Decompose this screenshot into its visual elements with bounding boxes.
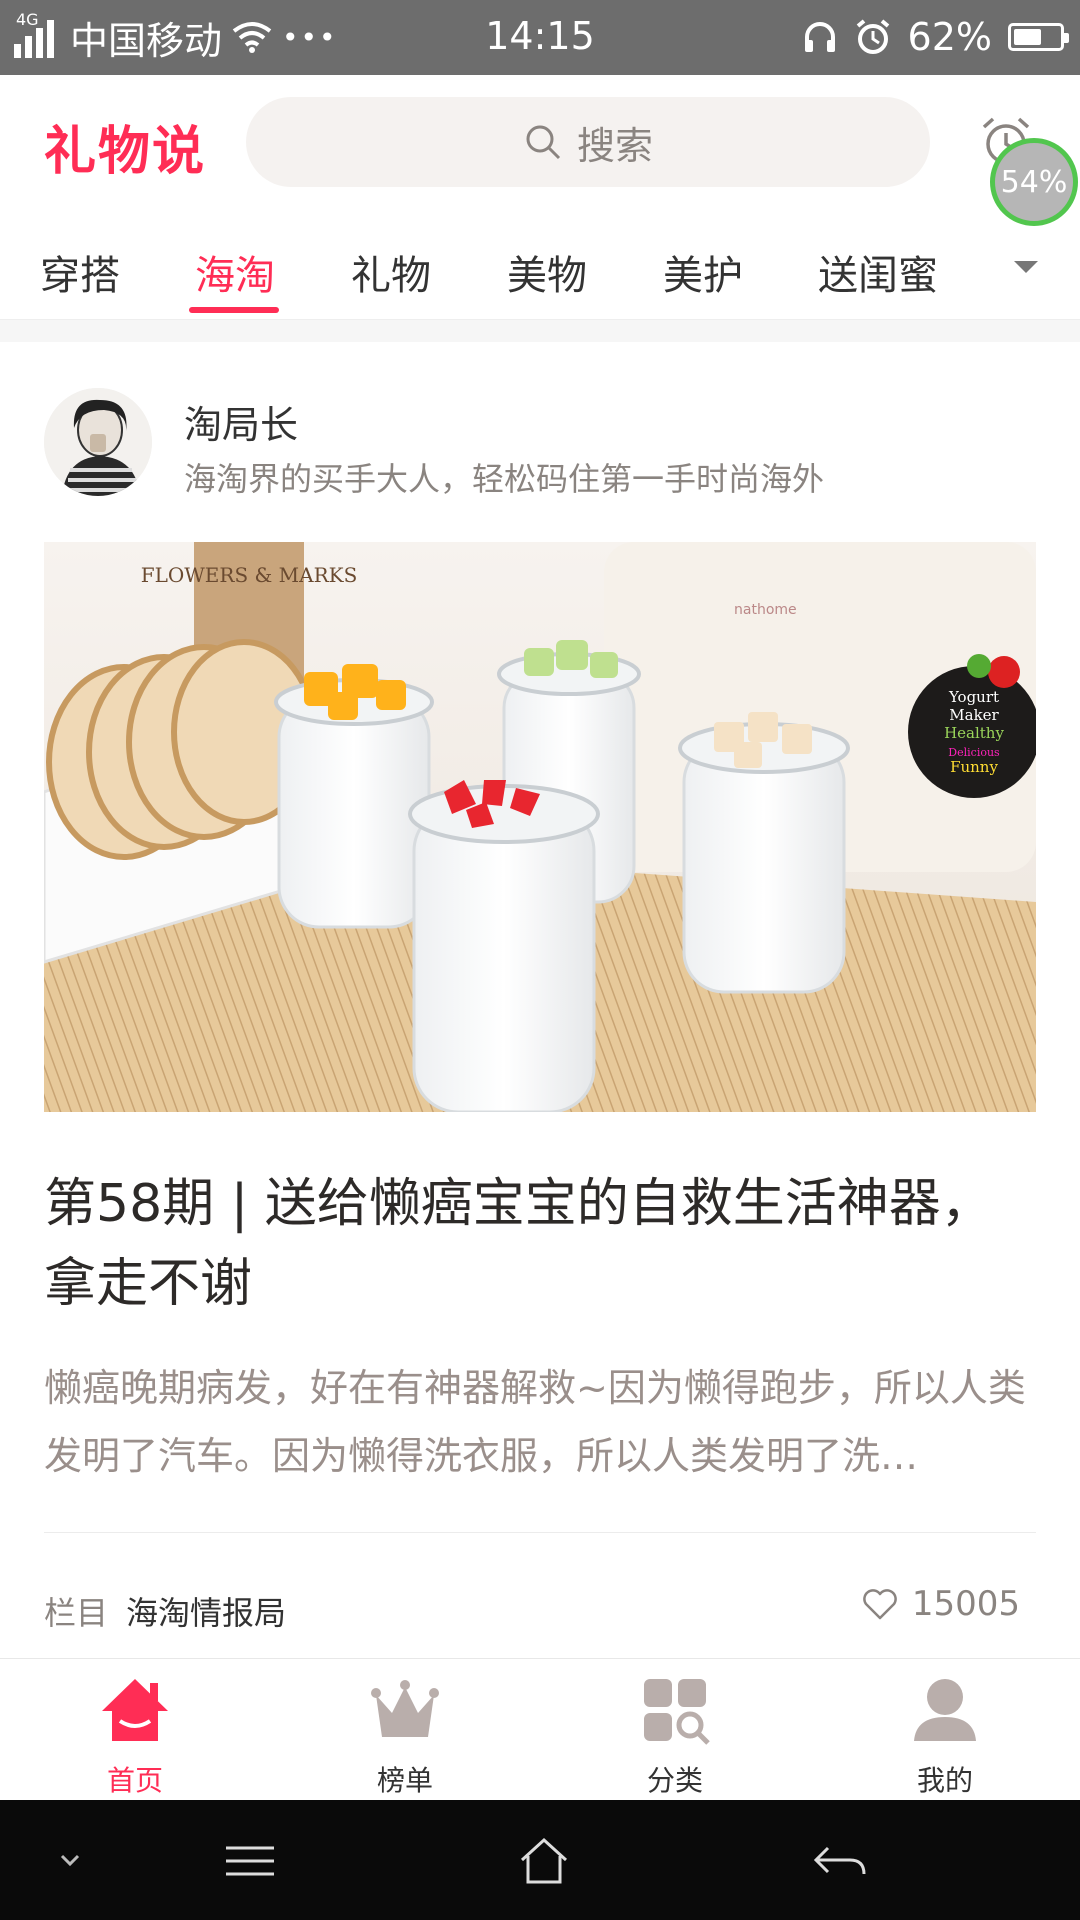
nav-home[interactable]: 首页 bbox=[60, 1673, 210, 1799]
nav-home-label: 首页 bbox=[106, 1764, 163, 1797]
author-name[interactable]: 淘局长 bbox=[184, 394, 298, 449]
like-count: 15005 bbox=[911, 1584, 1020, 1624]
chevron-down-icon[interactable] bbox=[1012, 257, 1040, 277]
tab-songguimi[interactable]: 送闺蜜 bbox=[818, 243, 938, 301]
home-icon bbox=[102, 1679, 168, 1741]
card-divider bbox=[44, 1532, 1036, 1533]
performance-badge[interactable]: 54% bbox=[990, 138, 1078, 226]
search-icon bbox=[526, 125, 561, 160]
section-separator bbox=[0, 320, 1080, 342]
tab-liwu[interactable]: 礼物 bbox=[351, 243, 431, 301]
nav-category[interactable]: 分类 bbox=[600, 1673, 750, 1799]
tab-meihu[interactable]: 美护 bbox=[663, 243, 743, 301]
category-icon bbox=[644, 1679, 710, 1745]
battery-icon bbox=[1008, 23, 1069, 51]
heart-icon bbox=[863, 1589, 897, 1620]
system-navigation-bar bbox=[0, 1800, 1080, 1920]
nav-ranking[interactable]: 榜单 bbox=[330, 1673, 480, 1799]
app-header: 礼物说 搜索 bbox=[0, 75, 1080, 215]
alarm-clock-icon bbox=[856, 19, 889, 54]
label-funny: Funny bbox=[950, 758, 998, 776]
nav-profile-label: 我的 bbox=[916, 1764, 973, 1797]
back-icon[interactable] bbox=[810, 1836, 870, 1886]
headphones-icon bbox=[804, 22, 835, 52]
article-card[interactable]: 淘局长 海淘界的买手大人，轻松码住第一手时尚海外 nathome FLOWERS… bbox=[0, 342, 1080, 1658]
article-summary: 懒癌晚期病发，好在有神器解救~因为懒得跑步，所以人类发明了汽车。因为懒得洗衣服，… bbox=[44, 1366, 1026, 1478]
nav-ranking-label: 榜单 bbox=[376, 1764, 433, 1797]
sign-text: FLOWERS & MARKS bbox=[141, 563, 358, 587]
like-button[interactable]: 15005 bbox=[862, 1584, 1020, 1624]
article-title[interactable]: 第58期 | 送给懒癌宝宝的自救生活神器，拿走不谢 bbox=[44, 1164, 1034, 1324]
column-label: 栏目 bbox=[44, 1594, 109, 1632]
bottom-tab-bar: 首页 榜单 分类 我的 bbox=[0, 1658, 1080, 1800]
battery-percentage: 62% bbox=[907, 15, 992, 59]
author-bio: 海淘界的买手大人，轻松码住第一手时尚海外 bbox=[184, 460, 825, 498]
active-tab-indicator bbox=[189, 307, 279, 313]
tab-haitao[interactable]: 海淘 bbox=[195, 243, 275, 301]
category-tabs: 穿搭 海淘 礼物 美物 美护 送闺蜜 bbox=[0, 215, 1080, 320]
profile-icon bbox=[914, 1679, 976, 1741]
column-name[interactable]: 海淘情报局 bbox=[126, 1588, 286, 1634]
menu-icon[interactable] bbox=[220, 1836, 280, 1886]
author-avatar[interactable] bbox=[44, 388, 152, 496]
collapse-chevron-icon[interactable] bbox=[40, 1836, 100, 1886]
label-yogurt: Yogurt bbox=[948, 688, 999, 706]
appliance-brand: nathome bbox=[734, 602, 797, 618]
label-maker: Maker bbox=[949, 706, 999, 724]
nav-category-label: 分类 bbox=[646, 1764, 703, 1797]
app-logo: 礼物说 bbox=[44, 122, 207, 182]
article-cover-image[interactable]: nathome FLOWERS & MARKS Yogurt Maker Hea… bbox=[44, 542, 1036, 1112]
search-placeholder: 搜索 bbox=[576, 123, 653, 168]
crown-icon bbox=[371, 1680, 439, 1737]
tab-chuanda[interactable]: 穿搭 bbox=[40, 243, 120, 301]
home-button-icon[interactable] bbox=[514, 1836, 574, 1886]
status-bar: 4G 中国移动 ••• 14:15 62% bbox=[0, 0, 1080, 75]
label-healthy: Healthy bbox=[944, 724, 1004, 742]
nav-profile[interactable]: 我的 bbox=[870, 1673, 1020, 1799]
tab-meiwu[interactable]: 美物 bbox=[507, 243, 587, 301]
search-bar[interactable]: 搜索 bbox=[246, 97, 930, 187]
